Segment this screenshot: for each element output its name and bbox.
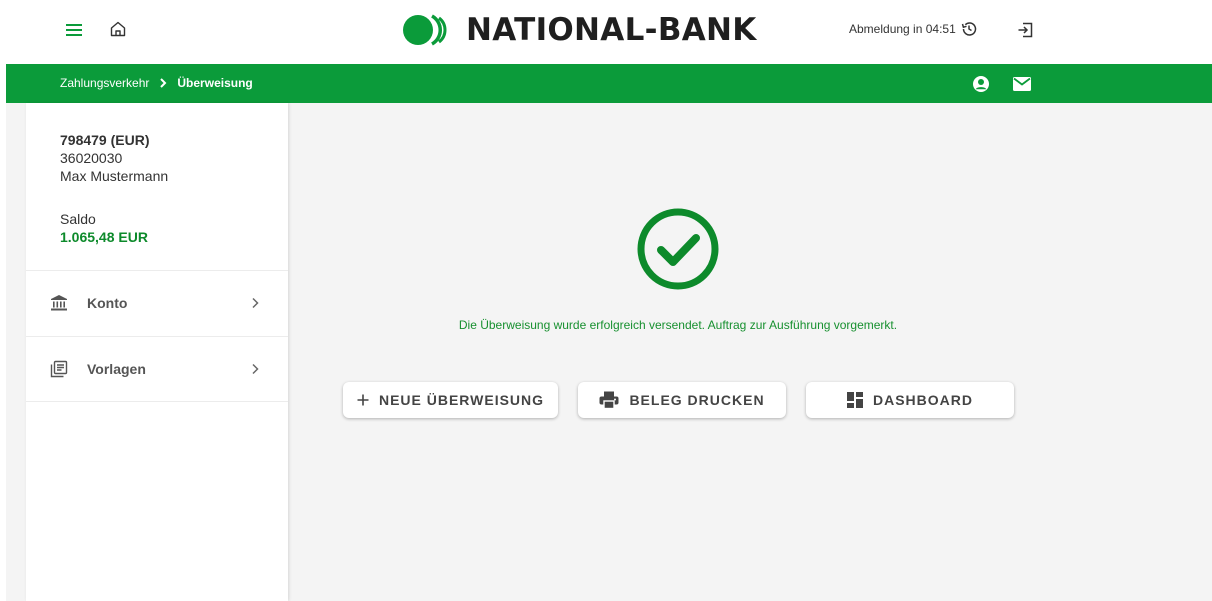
new-transfer-button[interactable]: NEUE ÜBERWEISUNG [343,382,558,418]
print-receipt-button[interactable]: BELEG DRUCKEN [578,382,786,418]
new-transfer-label: NEUE ÜBERWEISUNG [378,392,545,408]
top-header: NATIONAL-BANK Abmeldung in 04:51 [0,0,1212,64]
history-icon[interactable] [960,20,978,38]
sidebar-item-label: Konto [87,295,128,311]
sidebar-item-konto[interactable]: Konto [26,271,288,335]
dashboard-button[interactable]: DASHBOARD [806,382,1014,418]
balance-block: Saldo 1.065,48 EUR [60,210,148,246]
account-holder: Max Mustermann [60,168,169,184]
sidebar-divider [26,401,288,402]
logo-text: NATIONAL-BANK [466,12,757,48]
logout-timer[interactable]: Abmeldung in 04:51 [849,20,978,38]
chevron-right-icon [251,363,259,375]
account-number: 798479 (EUR) [60,132,150,148]
chevron-right-icon [251,297,259,309]
print-receipt-label: BELEG DRUCKEN [629,392,765,408]
plus-icon [357,394,369,406]
breadcrumb: Zahlungsverkehr Überweisung [60,76,253,90]
breadcrumb-parent[interactable]: Zahlungsverkehr [60,76,149,90]
templates-icon [50,360,68,378]
breadcrumb-current: Überweisung [177,76,253,90]
chevron-right-icon [159,78,167,88]
success-message: Die Überweisung wurde erfolgreich versen… [458,318,898,332]
logo-mark-icon [403,14,447,46]
sidebar-item-vorlagen[interactable]: Vorlagen [26,337,288,401]
green-nav-bar: Zahlungsverkehr Überweisung [6,64,1212,103]
logout-timer-label: Abmeldung in 04:51 [849,22,956,36]
mail-icon[interactable] [1012,74,1032,94]
bank-code: 36020030 [60,150,123,166]
success-check-icon [637,208,719,290]
balance-value: 1.065,48 EUR [60,229,148,245]
bank-logo[interactable]: NATIONAL-BANK [402,10,757,50]
dashboard-icon [847,392,863,408]
sidebar: 798479 (EUR) 36020030 Max Mustermann Sal… [26,103,288,601]
printer-icon [599,391,619,409]
bank-icon [50,294,68,312]
menu-icon[interactable] [62,18,86,42]
balance-label: Saldo [60,211,96,227]
home-icon[interactable] [106,17,130,41]
sidebar-item-label: Vorlagen [87,361,146,377]
dashboard-label: DASHBOARD [873,392,973,408]
user-icon[interactable] [971,74,991,94]
account-info: 798479 (EUR) 36020030 Max Mustermann [60,131,168,185]
logout-icon[interactable] [1013,18,1037,42]
